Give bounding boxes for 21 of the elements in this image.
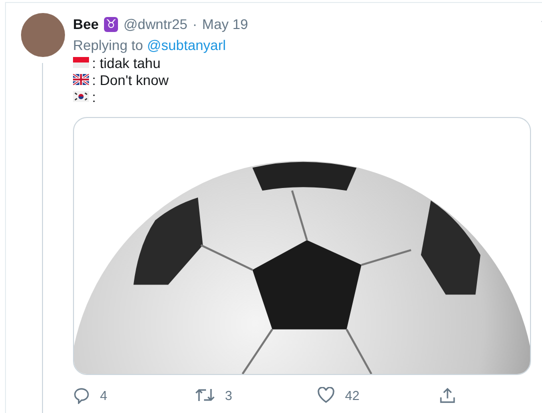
flag-icon <box>73 91 89 102</box>
flag-icon <box>73 74 89 85</box>
flag-icon <box>73 57 89 68</box>
replying-label: Replying to <box>73 36 144 52</box>
user-name[interactable]: Bee <box>73 16 99 32</box>
retweet-icon[interactable] <box>195 387 215 403</box>
separator: · <box>192 16 198 32</box>
user-handle[interactable]: @dwntr25 <box>123 16 188 32</box>
tweet-text: : Don't know <box>92 72 169 88</box>
zodiac-badge: ♉ <box>104 16 118 32</box>
action-count: 42 <box>345 388 360 402</box>
action-count: 4 <box>100 388 108 402</box>
tweet-text: : <box>92 88 96 104</box>
mention-link[interactable]: @subtanyarl <box>147 36 226 52</box>
avatar[interactable] <box>20 13 64 57</box>
tweet-text: : tidak tahu <box>92 54 160 70</box>
comment-icon[interactable] <box>73 386 90 404</box>
heart-icon[interactable] <box>317 387 335 403</box>
tweet-date[interactable]: May 19 <box>202 16 248 32</box>
action-count: 3 <box>225 388 232 402</box>
share-icon[interactable] <box>439 386 456 404</box>
